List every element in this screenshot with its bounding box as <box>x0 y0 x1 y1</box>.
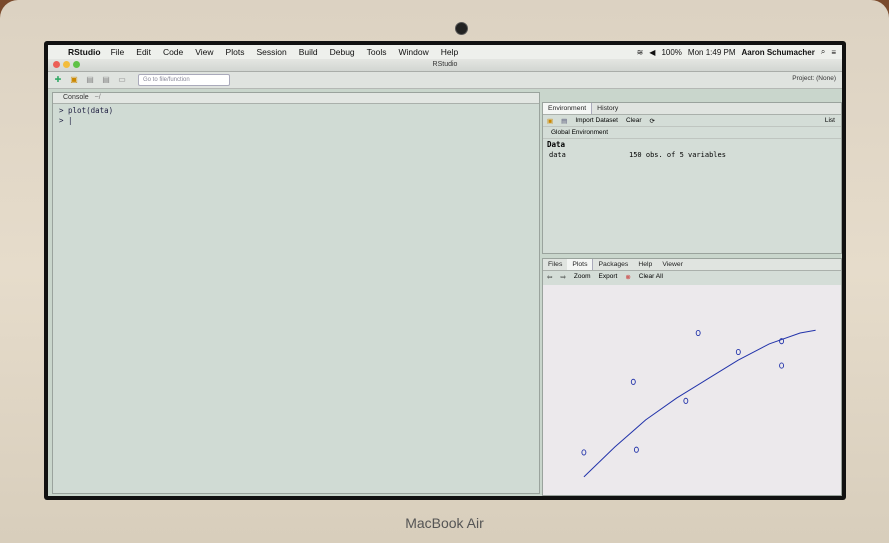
console-output[interactable]: > plot(data) > | <box>59 106 539 126</box>
camera-icon <box>455 22 468 35</box>
notification-center-icon[interactable]: ≡ <box>831 48 836 57</box>
fit-curve <box>583 329 816 478</box>
import-dataset-button[interactable]: Import Dataset <box>575 117 618 124</box>
menu-plots[interactable]: Plots <box>226 47 245 57</box>
environment-tabs: Environment History <box>543 103 841 115</box>
data-point <box>735 348 741 356</box>
environment-pane: Environment History ▣ ▤ Import Dataset C… <box>542 102 842 254</box>
save-all-icon[interactable]: ▤ <box>100 75 112 85</box>
refresh-icon[interactable]: ⟳ <box>650 117 655 125</box>
menu-edit[interactable]: Edit <box>136 47 151 57</box>
tab-plots[interactable]: Plots <box>567 259 594 270</box>
back-arrow-icon[interactable]: ⇦ <box>547 273 552 281</box>
export-button[interactable]: Export <box>599 273 618 280</box>
forward-arrow-icon[interactable]: ⇨ <box>560 273 565 281</box>
save-workspace-icon[interactable]: ▤ <box>561 117 567 125</box>
spotlight-icon[interactable]: ⌕ <box>821 47 825 57</box>
clock[interactable]: Mon 1:49 PM <box>688 48 736 57</box>
tab-packages[interactable]: Packages <box>593 259 633 270</box>
menu-view[interactable]: View <box>195 47 213 57</box>
list-view-button[interactable]: List <box>825 117 835 124</box>
load-workspace-icon[interactable]: ▣ <box>547 117 553 125</box>
data-point <box>581 449 587 456</box>
console-line: > plot(data) <box>59 106 114 115</box>
env-section-header: Data <box>547 140 566 149</box>
data-point <box>630 378 636 385</box>
console-tab[interactable]: Console <box>63 94 89 101</box>
screen: RStudio File Edit Code View Plots Sessio… <box>48 45 842 496</box>
console-header: Console ~/ <box>53 93 539 104</box>
zoom-button[interactable]: Zoom <box>574 273 591 280</box>
window-title: RStudio <box>432 61 458 68</box>
project-menu[interactable]: Project: (None) <box>792 75 836 82</box>
env-row[interactable]: data 150 obs. of 5 variables <box>543 150 841 161</box>
tab-history[interactable]: History <box>592 103 623 114</box>
battery-percent[interactable]: 100% <box>661 48 681 57</box>
menu-file[interactable]: File <box>111 47 125 57</box>
tab-environment[interactable]: Environment <box>543 103 593 114</box>
plots-pane: Files Plots Packages Help Viewer ⇦ ⇨ Zoo… <box>542 258 842 496</box>
tab-files[interactable]: Files <box>543 259 567 270</box>
wifi-icon[interactable]: ≋ <box>637 48 644 57</box>
minimize-window-icon[interactable] <box>63 61 70 68</box>
environment-toolbar: ▣ ▤ Import Dataset Clear ⟳ List <box>543 115 841 127</box>
data-point <box>633 446 639 453</box>
menu-app-name[interactable]: RStudio <box>68 47 101 57</box>
window-titlebar: RStudio <box>48 59 842 72</box>
env-scope-select[interactable]: Global Environment <box>543 127 841 139</box>
volume-icon[interactable]: ◀ <box>649 48 655 57</box>
tab-help[interactable]: Help <box>633 259 657 270</box>
remove-plot-icon[interactable]: ⊗ <box>625 273 630 281</box>
clear-all-button[interactable]: Clear All <box>639 273 663 280</box>
close-window-icon[interactable] <box>53 61 60 68</box>
data-point <box>683 397 689 404</box>
main-toolbar: ✚ ▣ ▤ ▤ ▭ Go to file/function Project: (… <box>48 72 842 89</box>
tab-viewer[interactable]: Viewer <box>657 259 688 270</box>
console-pane[interactable]: Console ~/ > plot(data) > | <box>52 92 540 494</box>
clear-env-button[interactable]: Clear <box>626 117 642 124</box>
plots-toolbar: ⇦ ⇨ Zoom Export ⊗ Clear All <box>543 271 841 282</box>
console-prompt: > | <box>59 116 73 125</box>
zoom-window-icon[interactable] <box>73 61 80 68</box>
mac-menubar: RStudio File Edit Code View Plots Sessio… <box>48 45 842 59</box>
laptop-brand: MacBook Air <box>405 515 484 531</box>
menu-tools[interactable]: Tools <box>367 47 387 57</box>
plots-tabs: Files Plots Packages Help Viewer <box>543 259 841 271</box>
print-icon[interactable]: ▭ <box>116 75 128 85</box>
plot-area[interactable] <box>543 285 841 495</box>
data-point <box>695 329 701 337</box>
menu-session[interactable]: Session <box>256 47 286 57</box>
save-icon[interactable]: ▤ <box>84 75 96 85</box>
menu-window[interactable]: Window <box>399 47 429 57</box>
data-point <box>779 362 785 369</box>
console-path[interactable]: ~/ <box>95 94 101 101</box>
scatter-plot <box>581 329 816 478</box>
menu-debug[interactable]: Debug <box>330 47 355 57</box>
env-row-name[interactable]: data <box>549 151 566 159</box>
open-project-icon[interactable]: ▣ <box>68 75 80 85</box>
menu-help[interactable]: Help <box>441 47 458 57</box>
user-name[interactable]: Aaron Schumacher <box>741 48 814 57</box>
env-row-desc: 150 obs. of 5 variables <box>629 151 726 159</box>
new-file-icon[interactable]: ✚ <box>52 75 64 85</box>
menu-code[interactable]: Code <box>163 47 183 57</box>
goto-file-input[interactable]: Go to file/function <box>138 74 230 86</box>
menu-build[interactable]: Build <box>299 47 318 57</box>
